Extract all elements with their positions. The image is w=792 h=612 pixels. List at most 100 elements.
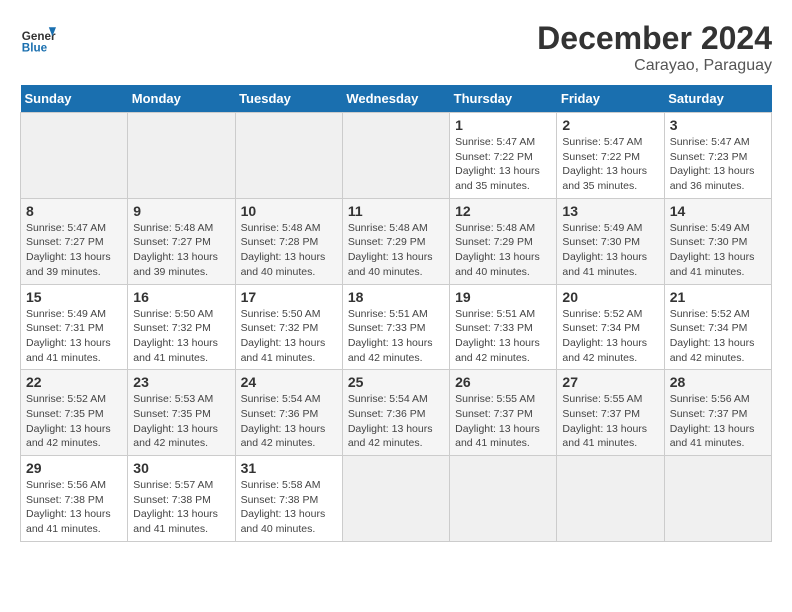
- day-number: 1: [455, 117, 551, 133]
- calendar-day-cell: [128, 113, 235, 199]
- day-info: Sunrise: 5:48 AM Sunset: 7:29 PM Dayligh…: [348, 221, 444, 280]
- day-info: Sunrise: 5:54 AM Sunset: 7:36 PM Dayligh…: [241, 392, 337, 451]
- day-number: 31: [241, 460, 337, 476]
- calendar-header-row: SundayMondayTuesdayWednesdayThursdayFrid…: [21, 85, 772, 113]
- page-header: General Blue December 2024 Carayao, Para…: [20, 20, 772, 75]
- day-number: 14: [670, 203, 766, 219]
- day-info: Sunrise: 5:48 AM Sunset: 7:29 PM Dayligh…: [455, 221, 551, 280]
- calendar-day-cell: 21 Sunrise: 5:52 AM Sunset: 7:34 PM Dayl…: [664, 284, 771, 370]
- day-of-week-header: Monday: [128, 85, 235, 113]
- calendar-day-cell: 24 Sunrise: 5:54 AM Sunset: 7:36 PM Dayl…: [235, 370, 342, 456]
- svg-text:Blue: Blue: [22, 42, 48, 55]
- day-info: Sunrise: 5:56 AM Sunset: 7:38 PM Dayligh…: [26, 478, 122, 537]
- calendar-table: SundayMondayTuesdayWednesdayThursdayFrid…: [20, 85, 772, 542]
- day-number: 8: [26, 203, 122, 219]
- day-info: Sunrise: 5:50 AM Sunset: 7:32 PM Dayligh…: [133, 307, 229, 366]
- day-info: Sunrise: 5:58 AM Sunset: 7:38 PM Dayligh…: [241, 478, 337, 537]
- day-info: Sunrise: 5:55 AM Sunset: 7:37 PM Dayligh…: [562, 392, 658, 451]
- day-number: 16: [133, 289, 229, 305]
- calendar-day-cell: 19 Sunrise: 5:51 AM Sunset: 7:33 PM Dayl…: [450, 284, 557, 370]
- day-number: 13: [562, 203, 658, 219]
- day-number: 24: [241, 374, 337, 390]
- calendar-day-cell: 13 Sunrise: 5:49 AM Sunset: 7:30 PM Dayl…: [557, 198, 664, 284]
- calendar-day-cell: 20 Sunrise: 5:52 AM Sunset: 7:34 PM Dayl…: [557, 284, 664, 370]
- day-info: Sunrise: 5:48 AM Sunset: 7:28 PM Dayligh…: [241, 221, 337, 280]
- calendar-day-cell: 9 Sunrise: 5:48 AM Sunset: 7:27 PM Dayli…: [128, 198, 235, 284]
- day-info: Sunrise: 5:49 AM Sunset: 7:31 PM Dayligh…: [26, 307, 122, 366]
- day-of-week-header: Wednesday: [342, 85, 449, 113]
- day-info: Sunrise: 5:57 AM Sunset: 7:38 PM Dayligh…: [133, 478, 229, 537]
- day-number: 3: [670, 117, 766, 133]
- calendar-title: December 2024: [537, 20, 772, 57]
- day-info: Sunrise: 5:49 AM Sunset: 7:30 PM Dayligh…: [562, 221, 658, 280]
- calendar-day-cell: 31 Sunrise: 5:58 AM Sunset: 7:38 PM Dayl…: [235, 456, 342, 542]
- day-number: 27: [562, 374, 658, 390]
- day-info: Sunrise: 5:47 AM Sunset: 7:27 PM Dayligh…: [26, 221, 122, 280]
- calendar-week-row: 1 Sunrise: 5:47 AM Sunset: 7:22 PM Dayli…: [21, 113, 772, 199]
- day-info: Sunrise: 5:49 AM Sunset: 7:30 PM Dayligh…: [670, 221, 766, 280]
- calendar-day-cell: [235, 113, 342, 199]
- day-number: 22: [26, 374, 122, 390]
- day-number: 28: [670, 374, 766, 390]
- logo: General Blue: [20, 20, 56, 56]
- day-number: 25: [348, 374, 444, 390]
- calendar-week-row: 15 Sunrise: 5:49 AM Sunset: 7:31 PM Dayl…: [21, 284, 772, 370]
- calendar-day-cell: 14 Sunrise: 5:49 AM Sunset: 7:30 PM Dayl…: [664, 198, 771, 284]
- day-of-week-header: Sunday: [21, 85, 128, 113]
- day-info: Sunrise: 5:52 AM Sunset: 7:34 PM Dayligh…: [670, 307, 766, 366]
- calendar-day-cell: 18 Sunrise: 5:51 AM Sunset: 7:33 PM Dayl…: [342, 284, 449, 370]
- day-of-week-header: Thursday: [450, 85, 557, 113]
- calendar-day-cell: [450, 456, 557, 542]
- calendar-day-cell: 22 Sunrise: 5:52 AM Sunset: 7:35 PM Dayl…: [21, 370, 128, 456]
- day-info: Sunrise: 5:52 AM Sunset: 7:35 PM Dayligh…: [26, 392, 122, 451]
- day-number: 30: [133, 460, 229, 476]
- calendar-week-row: 29 Sunrise: 5:56 AM Sunset: 7:38 PM Dayl…: [21, 456, 772, 542]
- day-number: 18: [348, 289, 444, 305]
- calendar-day-cell: 16 Sunrise: 5:50 AM Sunset: 7:32 PM Dayl…: [128, 284, 235, 370]
- day-info: Sunrise: 5:48 AM Sunset: 7:27 PM Dayligh…: [133, 221, 229, 280]
- calendar-day-cell: 26 Sunrise: 5:55 AM Sunset: 7:37 PM Dayl…: [450, 370, 557, 456]
- calendar-day-cell: [664, 456, 771, 542]
- day-info: Sunrise: 5:51 AM Sunset: 7:33 PM Dayligh…: [348, 307, 444, 366]
- day-number: 17: [241, 289, 337, 305]
- calendar-day-cell: 2 Sunrise: 5:47 AM Sunset: 7:22 PM Dayli…: [557, 113, 664, 199]
- day-info: Sunrise: 5:47 AM Sunset: 7:23 PM Dayligh…: [670, 135, 766, 194]
- day-of-week-header: Friday: [557, 85, 664, 113]
- day-number: 12: [455, 203, 551, 219]
- day-number: 29: [26, 460, 122, 476]
- day-info: Sunrise: 5:55 AM Sunset: 7:37 PM Dayligh…: [455, 392, 551, 451]
- calendar-day-cell: 27 Sunrise: 5:55 AM Sunset: 7:37 PM Dayl…: [557, 370, 664, 456]
- calendar-day-cell: 25 Sunrise: 5:54 AM Sunset: 7:36 PM Dayl…: [342, 370, 449, 456]
- day-info: Sunrise: 5:47 AM Sunset: 7:22 PM Dayligh…: [455, 135, 551, 194]
- day-number: 23: [133, 374, 229, 390]
- day-info: Sunrise: 5:52 AM Sunset: 7:34 PM Dayligh…: [562, 307, 658, 366]
- calendar-body: 1 Sunrise: 5:47 AM Sunset: 7:22 PM Dayli…: [21, 113, 772, 542]
- day-number: 26: [455, 374, 551, 390]
- day-number: 10: [241, 203, 337, 219]
- calendar-week-row: 22 Sunrise: 5:52 AM Sunset: 7:35 PM Dayl…: [21, 370, 772, 456]
- day-number: 21: [670, 289, 766, 305]
- calendar-day-cell: 15 Sunrise: 5:49 AM Sunset: 7:31 PM Dayl…: [21, 284, 128, 370]
- day-of-week-header: Tuesday: [235, 85, 342, 113]
- calendar-day-cell: 29 Sunrise: 5:56 AM Sunset: 7:38 PM Dayl…: [21, 456, 128, 542]
- calendar-day-cell: 11 Sunrise: 5:48 AM Sunset: 7:29 PM Dayl…: [342, 198, 449, 284]
- calendar-day-cell: 10 Sunrise: 5:48 AM Sunset: 7:28 PM Dayl…: [235, 198, 342, 284]
- day-info: Sunrise: 5:54 AM Sunset: 7:36 PM Dayligh…: [348, 392, 444, 451]
- day-number: 9: [133, 203, 229, 219]
- calendar-day-cell: 23 Sunrise: 5:53 AM Sunset: 7:35 PM Dayl…: [128, 370, 235, 456]
- logo-icon: General Blue: [20, 20, 56, 56]
- day-number: 15: [26, 289, 122, 305]
- day-number: 2: [562, 117, 658, 133]
- day-info: Sunrise: 5:50 AM Sunset: 7:32 PM Dayligh…: [241, 307, 337, 366]
- calendar-day-cell: 30 Sunrise: 5:57 AM Sunset: 7:38 PM Dayl…: [128, 456, 235, 542]
- day-info: Sunrise: 5:53 AM Sunset: 7:35 PM Dayligh…: [133, 392, 229, 451]
- calendar-subtitle: Carayao, Paraguay: [537, 57, 772, 75]
- calendar-day-cell: 3 Sunrise: 5:47 AM Sunset: 7:23 PM Dayli…: [664, 113, 771, 199]
- day-info: Sunrise: 5:56 AM Sunset: 7:37 PM Dayligh…: [670, 392, 766, 451]
- calendar-day-cell: [342, 456, 449, 542]
- calendar-week-row: 8 Sunrise: 5:47 AM Sunset: 7:27 PM Dayli…: [21, 198, 772, 284]
- calendar-day-cell: 12 Sunrise: 5:48 AM Sunset: 7:29 PM Dayl…: [450, 198, 557, 284]
- day-number: 20: [562, 289, 658, 305]
- day-info: Sunrise: 5:47 AM Sunset: 7:22 PM Dayligh…: [562, 135, 658, 194]
- calendar-day-cell: [342, 113, 449, 199]
